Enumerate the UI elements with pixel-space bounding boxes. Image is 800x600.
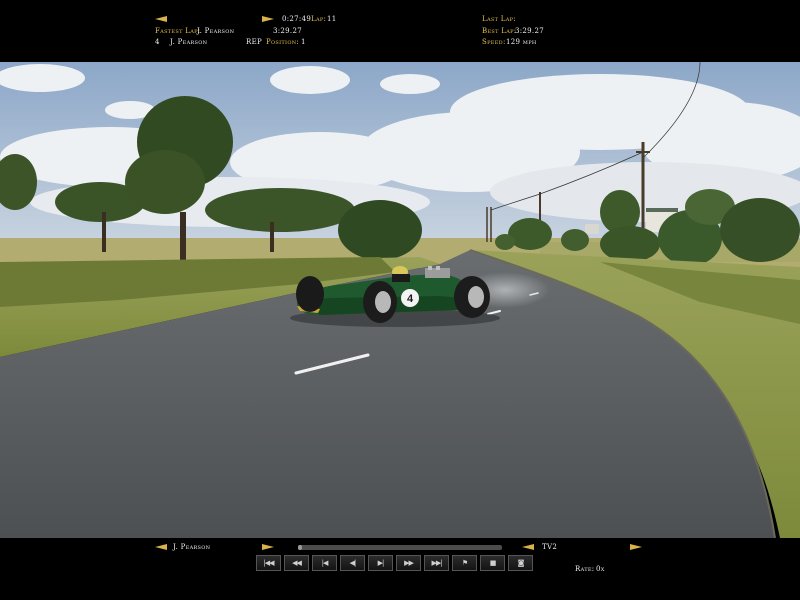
position-value: 1 (301, 38, 306, 46)
stop-button[interactable]: ■ (480, 555, 505, 571)
lap-label: Lap: (311, 15, 327, 23)
next-driver-arrow-icon[interactable] (262, 544, 274, 550)
speed-label: Speed: (482, 38, 506, 46)
prev-arrow-icon[interactable] (155, 16, 167, 22)
best-lap-value: 3:29.27 (515, 27, 544, 35)
position-label: Position: (266, 38, 300, 46)
mark-button[interactable]: ⚑ (452, 555, 477, 571)
fastest-lap-label: Fastest Lap: (155, 27, 201, 35)
next-camera-arrow-icon[interactable] (630, 544, 642, 550)
scene-svg: 4 (0, 62, 800, 538)
prev-camera-arrow-icon[interactable] (522, 544, 534, 550)
race-scene: 4 (0, 62, 800, 538)
distant-barn (585, 224, 599, 234)
fastest-lap-driver: J. Pearson (197, 27, 235, 35)
top-hud: 0:27:49 Lap: 11 Fastest Lap: J. Pearson … (0, 0, 800, 62)
replay-progress-fill (298, 545, 303, 550)
lap-value: 11 (327, 15, 337, 23)
camera-icon: ◙ (517, 559, 525, 567)
rewind-icon: ◀◀ (292, 559, 302, 567)
play-reverse-icon: ◀| (349, 559, 357, 567)
elapsed-time: 0:27:49 (282, 15, 312, 23)
next-arrow-icon[interactable] (262, 16, 274, 22)
flag-icon: ⚑ (461, 559, 468, 567)
play-icon: ▶| (377, 559, 385, 567)
driver-name: J. Pearson (170, 38, 208, 46)
prev-driver-arrow-icon[interactable] (155, 544, 167, 550)
playback-controls: |◀◀ ◀◀ |◀ ◀| ▶| ▶▶ ▶▶| ⚑ ■ ◙ (256, 555, 533, 571)
skip-start-icon: |◀◀ (263, 559, 274, 567)
stop-icon: ■ (489, 559, 497, 567)
camera-button[interactable]: ◙ (508, 555, 533, 571)
skip-end-button[interactable]: ▶▶| (424, 555, 449, 571)
play-reverse-button[interactable]: ◀| (340, 555, 365, 571)
speed-value: 129 mph (506, 38, 537, 46)
rate-value: 0x (596, 565, 605, 573)
rep-badge: REP (246, 38, 262, 46)
rewind-button[interactable]: ◀◀ (284, 555, 309, 571)
step-back-button[interactable]: |◀ (312, 555, 337, 571)
replay-driver-name: J. Pearson (173, 543, 211, 551)
skip-end-icon: ▶▶| (431, 559, 442, 567)
last-lap-label: Last Lap: (482, 15, 516, 23)
replay-progress-track[interactable] (298, 545, 502, 550)
fastest-lap-time: 3:29.27 (273, 27, 302, 35)
fast-forward-icon: ▶▶ (404, 559, 414, 567)
fast-forward-button[interactable]: ▶▶ (396, 555, 421, 571)
driver-number: 4 (155, 38, 160, 46)
car-number: 4 (407, 293, 414, 305)
camera-name: TV2 (542, 543, 558, 551)
step-back-icon: |◀ (321, 559, 329, 567)
rate-label: Rate: (575, 565, 595, 573)
distant-house-roof (646, 208, 678, 212)
play-button[interactable]: ▶| (368, 555, 393, 571)
best-lap-label: Best Lap: (482, 27, 517, 35)
skip-start-button[interactable]: |◀◀ (256, 555, 281, 571)
